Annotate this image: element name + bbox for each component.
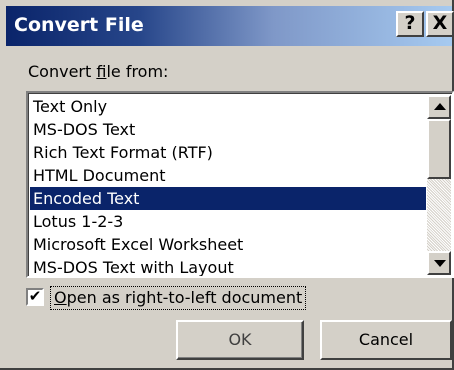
checkmark-icon: ✔ [28, 287, 42, 305]
close-button[interactable]: X [426, 11, 454, 37]
format-item[interactable]: Microsoft Excel Worksheet [30, 233, 426, 256]
scroll-up-button[interactable] [427, 95, 451, 119]
dialog-title: Convert File [14, 14, 144, 36]
format-listbox-frame: Text Only MS-DOS Text Rich Text Format (… [28, 93, 452, 276]
format-item[interactable]: Text Only [30, 95, 426, 118]
help-button[interactable]: ? [396, 11, 424, 37]
rtl-checkbox-label[interactable]: Open as right-to-left document [50, 286, 307, 310]
convert-from-label-accelerator: f [96, 62, 107, 81]
title-bar[interactable]: Convert File ? X [6, 6, 454, 46]
format-item[interactable]: MS-DOS Text [30, 118, 426, 141]
arrow-down-icon [434, 260, 446, 267]
format-item[interactable]: Lotus 1-2-3 [30, 210, 426, 233]
format-listbox[interactable]: Text Only MS-DOS Text Rich Text Format (… [26, 91, 454, 278]
ok-button[interactable]: OK [176, 320, 304, 360]
scrollbar-thumb[interactable] [427, 119, 451, 179]
rtl-label-accelerator: O [54, 288, 67, 307]
rtl-label-rest: pen as right-to-left document [66, 288, 303, 307]
format-item[interactable]: MS-DOS Text with Layout [30, 256, 426, 276]
convert-file-dialog: Convert File ? X Convert file from: Text… [0, 0, 454, 370]
format-item[interactable]: Rich Text Format (RTF) [30, 141, 426, 164]
format-item[interactable]: HTML Document [30, 164, 426, 187]
convert-from-label-prefix: Convert [28, 62, 97, 81]
convert-from-label-suffix: ile from: [106, 62, 169, 81]
scroll-down-button[interactable] [427, 251, 451, 275]
format-item[interactable]: Encoded Text [30, 187, 426, 210]
vertical-scrollbar[interactable] [427, 95, 451, 275]
format-list: Text Only MS-DOS Text Rich Text Format (… [30, 95, 426, 276]
rtl-checkbox[interactable]: ✔ [26, 287, 44, 306]
cancel-button[interactable]: Cancel [320, 320, 452, 360]
arrow-up-icon [434, 103, 446, 110]
convert-from-label: Convert file from: [28, 62, 168, 81]
